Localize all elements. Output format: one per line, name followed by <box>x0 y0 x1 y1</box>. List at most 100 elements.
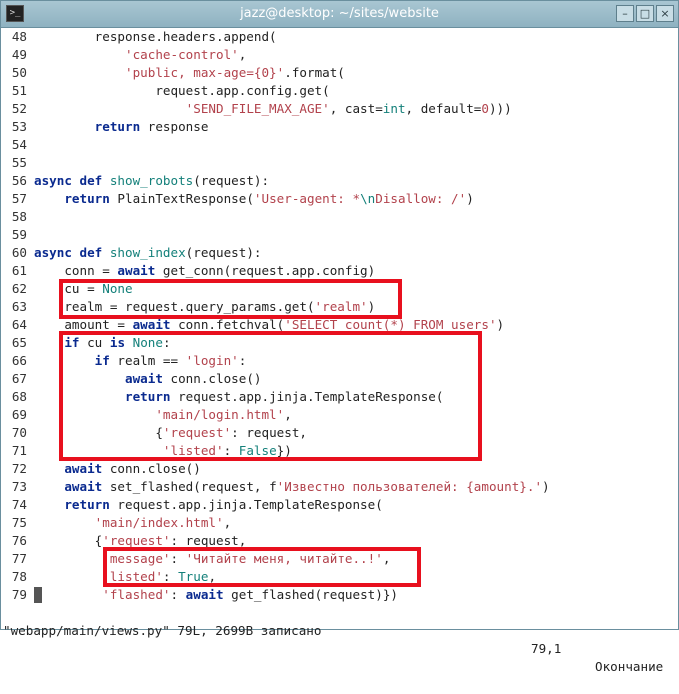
code-text[interactable]: 'flashed': await get_flashed(request)}) <box>34 586 398 604</box>
code-line[interactable]: 75 'main/index.html', <box>1 514 678 532</box>
code-line[interactable]: 78 'listed': True, <box>1 568 678 586</box>
code-token: : <box>170 587 186 602</box>
code-line[interactable]: 64 amount = await conn.fetchval('SELECT … <box>1 316 678 334</box>
code-token: : request, <box>170 533 247 548</box>
code-text[interactable]: 'cache-control', <box>34 46 246 64</box>
code-text[interactable]: 'SEND_FILE_MAX_AGE', cast=int, default=0… <box>34 100 512 118</box>
code-line[interactable]: 57 return PlainTextResponse('User-agent:… <box>1 190 678 208</box>
minimize-button[interactable]: – <box>616 5 634 22</box>
code-line[interactable]: 52 'SEND_FILE_MAX_AGE', cast=int, defaul… <box>1 100 678 118</box>
code-token: await <box>185 587 224 602</box>
status-line: "webapp/main/views.py" 79L, 2699B записа… <box>1 604 678 674</box>
code-text[interactable]: cu = None <box>34 280 132 298</box>
maximize-button[interactable]: □ <box>636 5 654 22</box>
code-text[interactable]: if cu is None: <box>34 334 170 352</box>
line-number: 58 <box>11 209 27 224</box>
code-token: amount = <box>34 317 133 332</box>
code-text[interactable]: 'listed': False}) <box>34 442 292 460</box>
code-token: Disallow: /' <box>375 191 467 206</box>
code-line[interactable]: 61 conn = await get_conn(request.app.con… <box>1 262 678 280</box>
code-token: 'SEND_FILE_MAX_AGE' <box>185 101 330 116</box>
text-cursor <box>34 587 42 603</box>
code-text[interactable]: 'main/login.html', <box>34 406 292 424</box>
code-text[interactable]: return request.app.jinja.TemplateRespons… <box>34 388 443 406</box>
code-token: request.app.config.get( <box>34 83 330 98</box>
code-line[interactable]: 70 {'request': request, <box>1 424 678 442</box>
code-line[interactable]: 72 await conn.close() <box>1 460 678 478</box>
code-text[interactable]: return PlainTextResponse('User-agent: *\… <box>34 190 473 208</box>
code-token: conn = <box>34 263 118 278</box>
code-line[interactable]: 71 'listed': False}) <box>1 442 678 460</box>
code-line[interactable]: 56 async def show_robots(request): <box>1 172 678 190</box>
code-line[interactable]: 69 'main/login.html', <box>1 406 678 424</box>
window-title: jazz@desktop: ~/sites/website <box>240 6 439 21</box>
line-number: 73 <box>11 479 27 494</box>
code-line[interactable]: 73 await set_flashed(request, f'Известно… <box>1 478 678 496</box>
code-text[interactable]: await set_flashed(request, f'Известно по… <box>34 478 549 496</box>
code-line[interactable]: 50 'public, max-age={0}'.format( <box>1 64 678 82</box>
code-line[interactable]: 77 'message': 'Читайте меня, читайте..!'… <box>1 550 678 568</box>
line-number: 71 <box>11 443 27 458</box>
line-number: 68 <box>11 389 27 404</box>
code-text[interactable]: 'message': 'Читайте меня, читайте..!', <box>34 550 390 568</box>
code-token: : <box>223 443 239 458</box>
code-line[interactable]: 79 'flashed': await get_flashed(request)… <box>1 586 678 604</box>
code-text[interactable]: {'request': request, <box>34 424 307 442</box>
code-line[interactable]: 58 <box>1 208 678 226</box>
code-line[interactable]: 60 async def show_index(request): <box>1 244 678 262</box>
code-text[interactable]: if realm == 'login': <box>34 352 247 370</box>
line-number: 57 <box>11 191 27 206</box>
code-line[interactable]: 74 return request.app.jinja.TemplateResp… <box>1 496 678 514</box>
code-token: conn.close() <box>102 461 201 476</box>
code-text[interactable]: 'listed': True, <box>34 568 216 586</box>
code-line[interactable]: 54 <box>1 136 678 154</box>
code-text[interactable]: async def show_index(request): <box>34 244 262 262</box>
code-token: return <box>94 119 141 134</box>
code-line[interactable]: 66 if realm == 'login': <box>1 352 678 370</box>
code-text[interactable]: return request.app.jinja.TemplateRespons… <box>34 496 383 514</box>
code-line[interactable]: 55 <box>1 154 678 172</box>
code-line[interactable]: 68 return request.app.jinja.TemplateResp… <box>1 388 678 406</box>
code-line[interactable]: 59 <box>1 226 678 244</box>
vim-editor-buffer[interactable]: 48 response.headers.append(49 'cache-con… <box>1 28 678 604</box>
code-line[interactable]: 63 realm = request.query_params.get('rea… <box>1 298 678 316</box>
line-number: 67 <box>11 371 27 386</box>
code-token: : <box>162 569 179 584</box>
line-number: 64 <box>11 317 27 332</box>
code-text[interactable]: 'public, max-age={0}'.format( <box>34 64 345 82</box>
code-text[interactable]: response.headers.append( <box>34 28 277 46</box>
code-text[interactable]: realm = request.query_params.get('realm'… <box>34 298 375 316</box>
code-token: int <box>382 101 406 116</box>
code-token: (request): <box>185 245 262 260</box>
code-token: response.headers.append( <box>34 29 277 44</box>
code-text[interactable]: amount = await conn.fetchval('SELECT cou… <box>34 316 504 334</box>
code-line[interactable]: 62 cu = None <box>1 280 678 298</box>
code-token: conn.close() <box>162 371 262 386</box>
title-bar[interactable]: >_ jazz@desktop: ~/sites/website – □ × <box>1 1 678 28</box>
status-cursor-position: 79,1 <box>531 641 562 656</box>
code-token: await <box>125 371 163 386</box>
code-line[interactable]: 65 if cu is None: <box>1 334 678 352</box>
code-token: show_index <box>109 245 186 260</box>
line-number: 55 <box>11 155 27 170</box>
code-text[interactable]: request.app.config.get( <box>34 82 330 100</box>
code-token: { <box>34 425 163 440</box>
close-button[interactable]: × <box>656 5 674 22</box>
code-text[interactable]: return response <box>34 118 209 136</box>
code-text[interactable]: {'request': request, <box>34 532 247 550</box>
code-token: request.app.jinja.TemplateResponse( <box>109 497 383 512</box>
code-text[interactable]: 'main/index.html', <box>34 514 232 532</box>
code-text[interactable]: conn = await get_conn(request.app.config… <box>34 262 375 280</box>
code-line[interactable]: 48 response.headers.append( <box>1 28 678 46</box>
code-token: realm == <box>109 353 186 368</box>
code-line[interactable]: 51 request.app.config.get( <box>1 82 678 100</box>
code-line[interactable]: 67 await conn.close() <box>1 370 678 388</box>
code-line[interactable]: 49 'cache-control', <box>1 46 678 64</box>
code-text[interactable]: await conn.close() <box>34 370 262 388</box>
code-line[interactable]: 53 return response <box>1 118 678 136</box>
code-text[interactable]: await conn.close() <box>34 460 201 478</box>
code-text[interactable]: async def show_robots(request): <box>34 172 269 190</box>
code-line[interactable]: 76 {'request': request, <box>1 532 678 550</box>
